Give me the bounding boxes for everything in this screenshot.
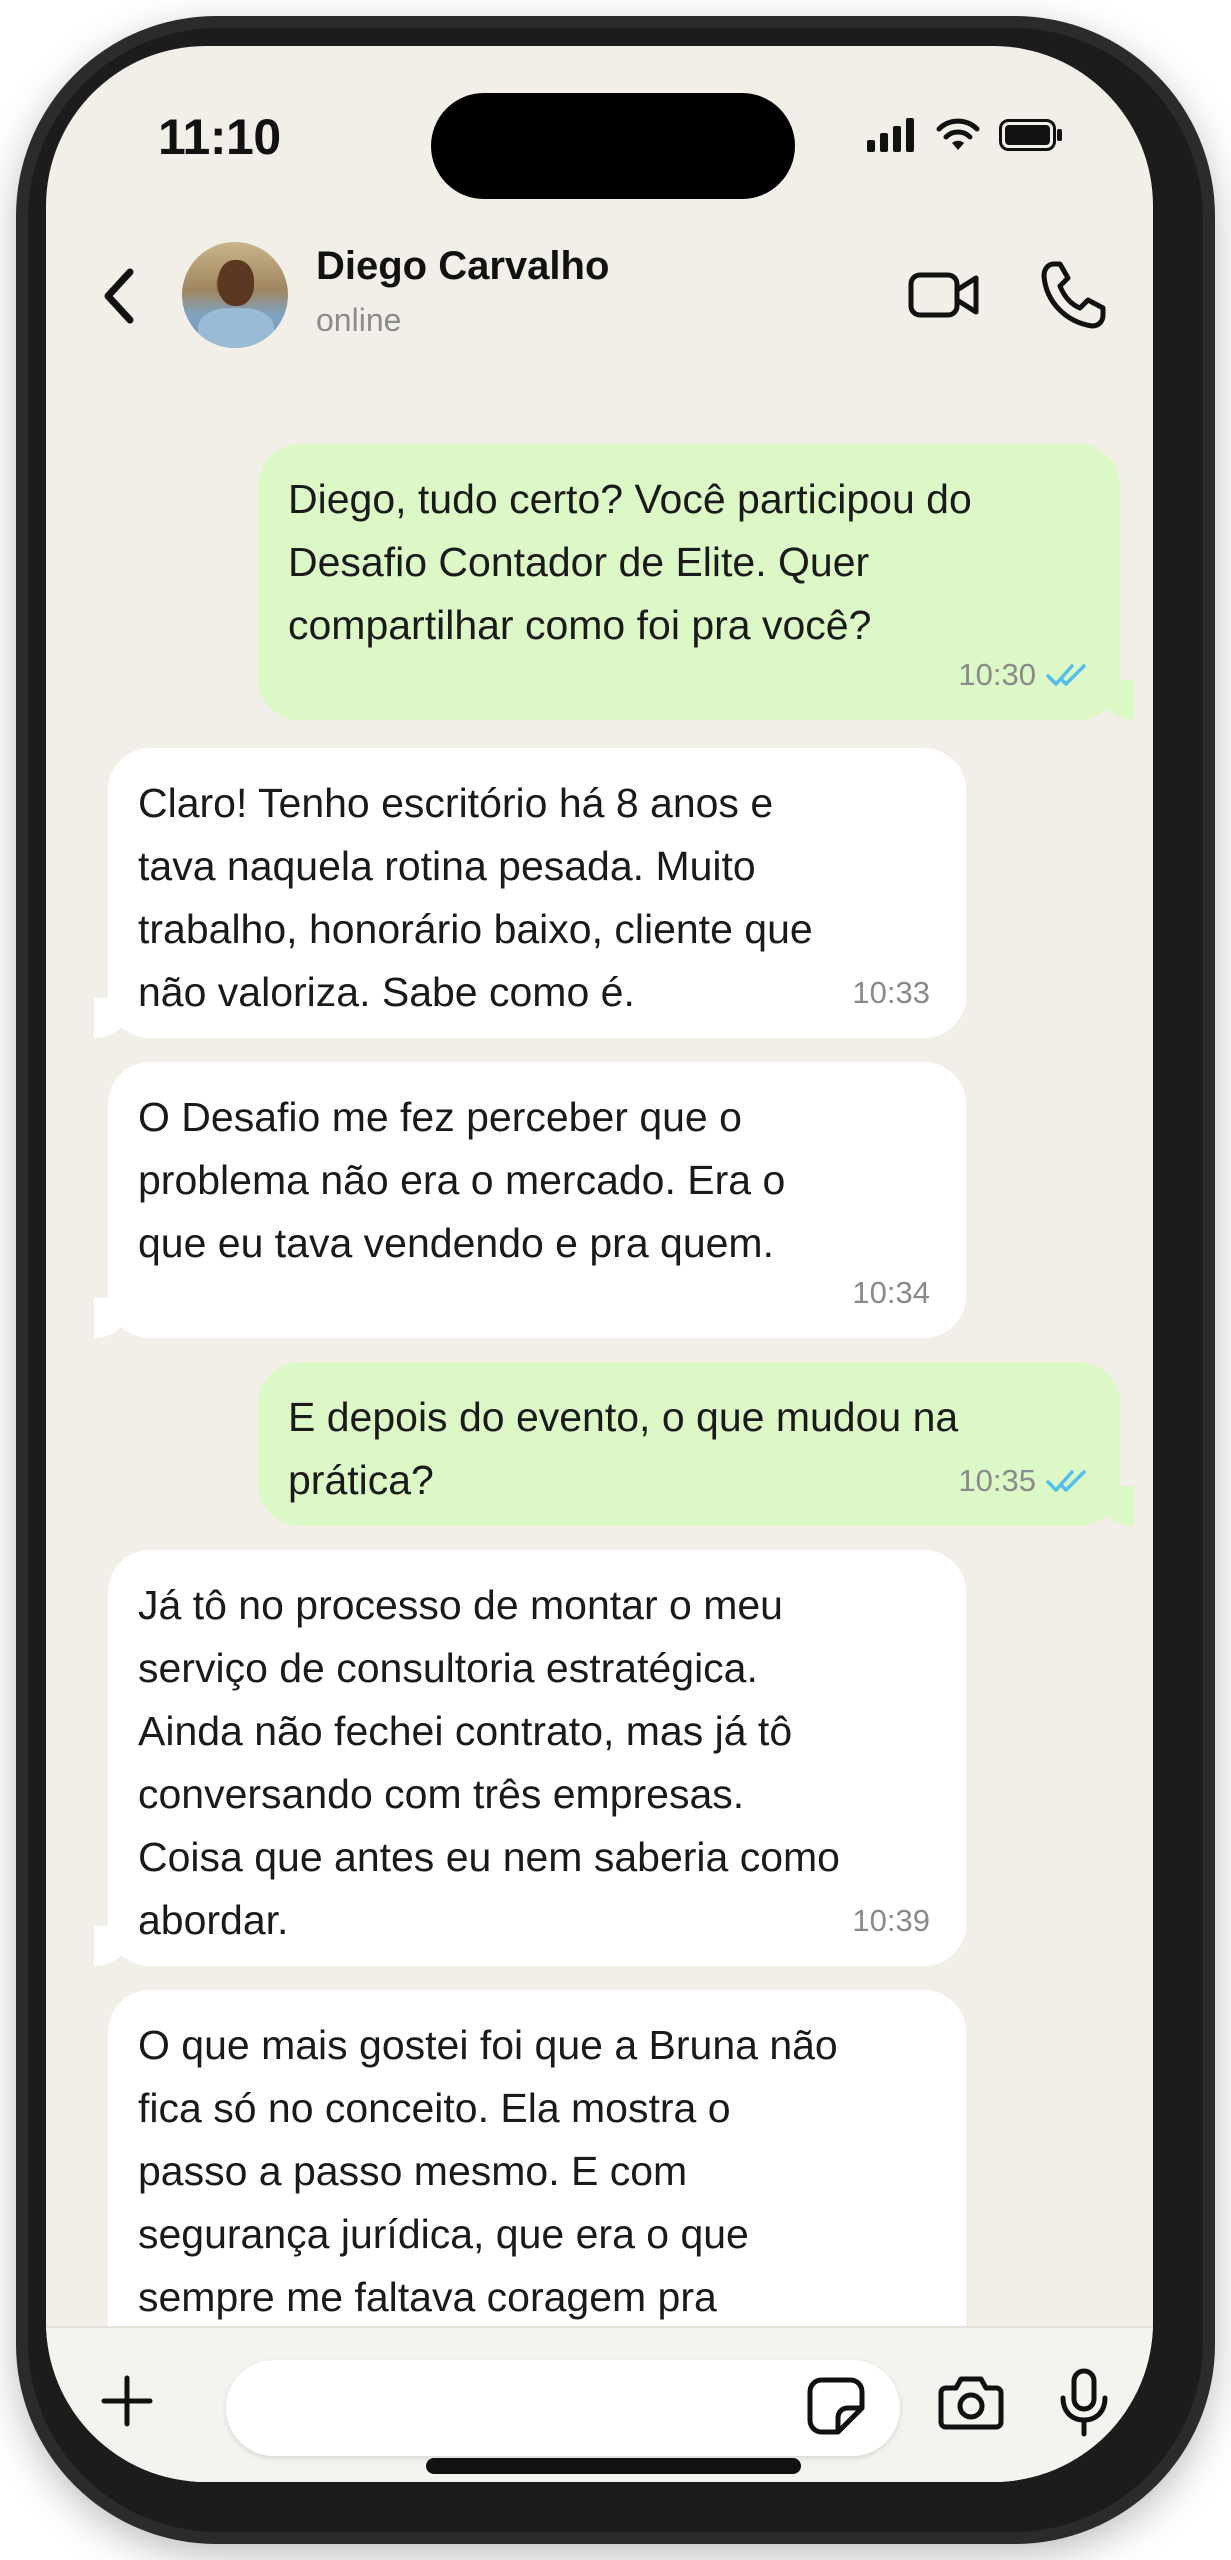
contact-name[interactable]: Diego Carvalho [316,244,609,289]
message-meta: 10:39 [852,1889,930,1952]
chevron-left-icon [104,268,134,324]
chat-header: Diego Carvalho online [46,216,1153,366]
message-line: Já tô no processo de montar o meu [138,1582,783,1628]
message-line: serviço de consultoria estratégica. [138,1645,758,1691]
message-line: O Desafio me fez perceber que o [138,1094,742,1140]
message-line: Desafio Contador de Elite. Quer [288,539,870,585]
message-line: passo a passo mesmo. E com [138,2148,688,2194]
message-line: abordar. [138,1897,289,1943]
plus-icon [101,2375,153,2427]
message-line: Coisa que antes eu nem saberia como [138,1834,840,1880]
message-bubble-outgoing[interactable]: Diego, tudo certo? Você participou do De… [258,444,1134,720]
message-line: O que mais gostei foi que a Bruna não [138,2022,838,2068]
avatar-shirt [198,308,274,348]
avatar-face [218,260,254,306]
message-bubble-incoming[interactable]: O que mais gostei foi que a Bruna não fi… [108,1990,966,2326]
home-indicator[interactable] [426,2458,801,2474]
battery-icon [999,119,1062,151]
message-input[interactable] [226,2360,900,2456]
microphone-button[interactable] [1058,2368,1110,2443]
camera-button[interactable] [938,2374,1004,2435]
message-line: Diego, tudo certo? Você participou do [288,476,972,522]
attach-button[interactable] [100,2374,154,2433]
message-line: sempre me faltava coragem pra [138,2274,717,2320]
screen: 11:10 Diego Carvalho online Diego, tudo … [46,46,1153,2482]
voice-call-button[interactable] [1040,260,1106,335]
message-bubble-incoming[interactable]: Claro! Tenho escritório há 8 anos e tava… [94,748,966,1038]
video-camera-icon [908,272,979,318]
message-meta: 10:34 [852,1261,930,1324]
message-line: tava naquela rotina pesada. Muito [138,843,756,889]
message-line: fica só no conceito. Ela mostra o [138,2085,731,2131]
dynamic-island [431,93,795,199]
phone-icon [1041,261,1106,329]
chat-messages[interactable]: Diego, tudo certo? Você participou do De… [46,386,1153,2326]
status-time: 11:10 [158,109,281,165]
contact-status: online [316,302,402,338]
message-bubble-incoming[interactable]: Já tô no processo de montar o meu serviç… [94,1550,966,1966]
status-icons [867,118,1063,152]
video-call-button[interactable] [908,270,980,325]
message-line: trabalho, honorário baixo, cliente que [138,906,813,952]
wifi-icon [936,118,980,150]
read-ticks-icon [1046,663,1086,686]
message-line: problema não era o mercado. Era o [138,1157,786,1203]
message-meta: 10:35 [958,1449,1090,1512]
message-bubble-incoming[interactable]: O Desafio me fez perceber que o problema… [94,1062,966,1338]
message-line: não valoriza. Sabe como é. [138,969,635,1015]
sticker-icon [807,2377,865,2435]
message-time: 10:39 [852,1903,930,1938]
message-line: Ainda não fechei contrato, mas já tô [138,1708,793,1754]
bubble-tail [1094,1486,1134,1526]
message-line: E depois do evento, o que mudou na [288,1394,959,1440]
message-bubble-outgoing[interactable]: E depois do evento, o que mudou na práti… [258,1362,1134,1526]
message-meta: 10:33 [852,961,930,1024]
message-line: segurança jurídica, que era o que [138,2211,749,2257]
read-ticks-icon [1046,1469,1086,1492]
bubble-tail [1094,680,1134,720]
message-line: Claro! Tenho escritório há 8 anos e [138,780,774,826]
bubble-tail [94,998,134,1038]
message-time: 10:34 [852,1275,930,1310]
bubble-tail [94,1298,134,1338]
message-time: 10:30 [958,657,1036,692]
back-button[interactable] [96,266,146,326]
message-meta: 10:30 [958,643,1090,706]
microphone-icon [1060,2368,1108,2437]
message-time: 10:35 [958,1463,1036,1498]
message-line: conversando com três empresas. [138,1771,745,1817]
camera-icon [938,2376,1004,2430]
message-time: 10:33 [852,975,930,1010]
message-line: que eu tava vendendo e pra quem. [138,1220,774,1266]
signal-icon [867,118,914,152]
sticker-button[interactable] [806,2376,866,2441]
bubble-tail [94,1926,134,1966]
avatar[interactable] [182,242,288,348]
